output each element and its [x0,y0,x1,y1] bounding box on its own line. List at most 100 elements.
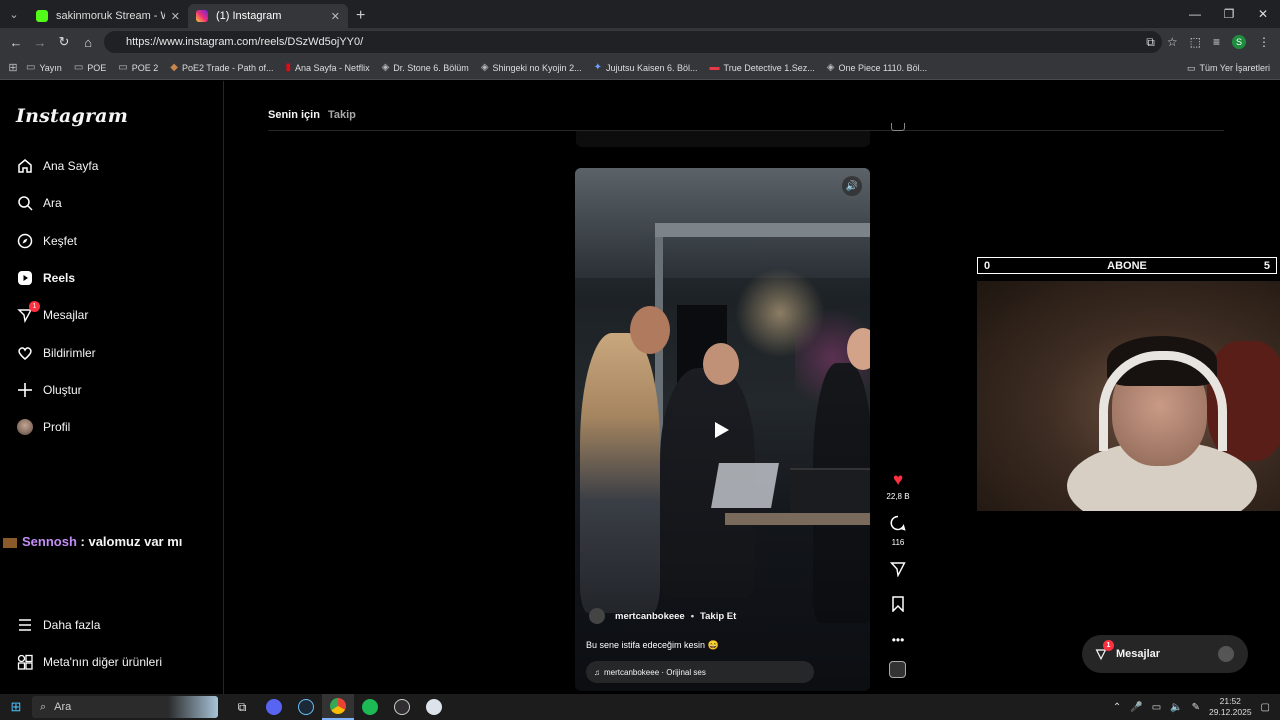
forward-icon[interactable]: → [28,35,52,50]
new-tab-button[interactable]: + [348,4,373,28]
sidebar-item-label: Profil [43,420,71,434]
notification-center-icon[interactable]: ▢ [1261,702,1270,713]
bookmark-star-icon[interactable]: ☆ [1167,35,1178,49]
goal-current: 0 [984,259,991,272]
task-view-icon[interactable]: ⧉ [226,694,258,720]
more-options-button[interactable]: ••• [892,631,905,652]
volume-icon[interactable]: 🔊 [842,176,862,196]
obs-icon[interactable] [386,694,418,720]
extensions-icon[interactable]: ⬚ [1190,35,1201,49]
avatar[interactable] [589,608,605,624]
sidebar-item-messages[interactable]: 1 Mesajlar [16,301,88,324]
tab-following[interactable]: Takip [328,109,356,121]
address-bar-row: ← → ↻ ⌂ https://www.instagram.com/reels/… [0,28,1280,56]
minimize-icon[interactable]: — [1178,0,1212,28]
bookmark-item[interactable]: ◆ PoE2 Trade - Path of... [170,62,273,73]
sidebar-item-label: Oluştur [43,383,82,397]
media-icon[interactable]: ≡ [1213,35,1220,49]
microphone-icon[interactable]: 🎤 [1130,702,1142,713]
like-button[interactable]: ♥ 22,8 B [886,470,909,502]
play-icon[interactable] [715,422,729,438]
tab-search-chevron-icon[interactable]: ⌄ [0,0,28,28]
bookmark-item[interactable]: ◈ One Piece 1110. Böl... [827,62,927,73]
sidebar-item-notifications[interactable]: Bildirimler [16,344,96,362]
home-button-icon[interactable]: ⌂ [76,35,100,50]
save-button[interactable] [891,596,905,619]
app-icon[interactable] [418,694,450,720]
url-text: https://www.instagram.com/reels/DSzWd5oj… [126,36,364,48]
share-button[interactable] [889,561,906,584]
site-favicon-icon: ✦ [593,62,602,73]
messenger-icon: ▽ 1 [1096,640,1114,662]
instagram-logo[interactable]: Instagram [16,105,128,127]
windows-start-icon[interactable]: ⊞ [0,699,32,715]
reload-icon[interactable]: ↻ [52,34,76,50]
close-window-icon[interactable]: ✕ [1246,0,1280,28]
menu-icon[interactable]: ⋮ [1258,35,1270,49]
sidebar-item-home[interactable]: Ana Sayfa [16,157,98,175]
tab-title: (1) Instagram [216,10,282,22]
bookmark-item[interactable]: ▭ POE 2 [118,62,158,73]
bookmark-icon [891,596,905,616]
pen-icon[interactable]: ✎ [1192,702,1200,713]
video-table [725,513,870,525]
heart-filled-icon: ♥ [892,470,904,489]
apps-grid-icon[interactable]: ⊞ [0,61,26,74]
close-tab-icon[interactable]: ✕ [171,10,180,23]
taskbar-search-input[interactable]: ⌕ Ara [32,696,218,718]
all-bookmarks[interactable]: ▭ Tüm Yer İşaretleri [1187,56,1270,80]
bookmark-item[interactable]: ▭ Yayın [26,62,62,73]
follow-button[interactable]: Takip Et [700,611,736,622]
network-icon[interactable]: ▭ [1152,702,1161,713]
sidebar-item-profile[interactable]: Profil [16,418,70,436]
video-person-head [703,343,739,385]
tab-kick-stream[interactable]: sakinmoruk Stream - Watch Live ✕ [28,4,188,28]
discord-icon[interactable] [258,694,290,720]
search-highlight-image [168,696,218,718]
video-person-head [630,306,670,354]
sidebar-item-meta[interactable]: Meta'nın diğer ürünleri [16,653,162,671]
steam-icon[interactable] [290,694,322,720]
sidebar-item-reels[interactable]: Reels [16,269,75,287]
folder-icon: ▭ [1186,62,1196,73]
reel-audio[interactable]: ♫ mertcanbokeee · Orijinal ses [586,661,814,683]
sidebar-item-create[interactable]: Oluştur [16,381,82,399]
windows-taskbar: ⊞ ⌕ Ara ⧉ ⌃ 🎤 ▭ 🔈 ✎ 21:52 29.12.2025 ▢ [0,694,1280,720]
back-icon[interactable]: ← [4,35,28,50]
bookmark-item[interactable]: ✦ Jujutsu Kaisen 6. Böl... [594,62,698,73]
feed-tabs: Senin için Takip [268,109,356,121]
restore-icon[interactable]: ❐ [1212,0,1246,28]
close-tab-icon[interactable]: ✕ [331,10,340,23]
bookmark-item[interactable]: ▬ True Detective 1.Sez... [710,62,815,73]
avatar [16,418,34,436]
sidebar-item-label: Keşfet [43,234,78,248]
audio-thumbnail[interactable] [889,661,906,678]
speaker-icon[interactable]: 🔈 [1170,702,1182,713]
sidebar-item-more[interactable]: Daha fazla [16,616,100,634]
spotify-icon[interactable] [354,694,386,720]
tab-instagram[interactable]: (1) Instagram ✕ [188,4,348,28]
reel-video[interactable]: 🔊 mertcanbokeee • Takip Et Bu sene istif… [575,168,870,691]
bookmark-item[interactable]: ▮ Ana Sayfa - Netflix [286,62,370,73]
netflix-favicon-icon: ▮ [285,62,292,73]
comment-button[interactable]: 116 [890,515,906,547]
site-favicon-icon: ◈ [381,62,390,73]
reel-username[interactable]: mertcanbokeee [615,611,685,622]
messages-popup-button[interactable]: ▽ 1 Mesajlar [1082,635,1248,673]
chrome-icon[interactable] [322,694,354,720]
chevron-up-icon[interactable]: ⌃ [1113,702,1121,713]
bookmark-item[interactable]: ▭ POE [74,62,106,73]
notification-badge: 1 [29,301,40,312]
tab-for-you[interactable]: Senin için [268,109,320,121]
bookmark-item[interactable]: ◈ Dr. Stone 6. Bölüm [382,62,469,73]
goal-label: ABONE [1107,259,1147,272]
bookmark-item[interactable]: ◈ Shingeki no Kyojin 2... [481,62,582,73]
sidebar-item-explore[interactable]: Keşfet [16,232,77,250]
url-input[interactable]: https://www.instagram.com/reels/DSzWd5oj… [104,31,1162,53]
cast-icon[interactable]: ⧉ [1146,35,1155,50]
sidebar-item-search[interactable]: Ara [16,194,62,212]
reel-actions: ♥ 22,8 B 116 ••• [882,471,914,664]
profile-avatar[interactable]: S [1232,35,1246,49]
clock[interactable]: 21:52 29.12.2025 [1209,696,1252,718]
share-icon [889,561,906,581]
